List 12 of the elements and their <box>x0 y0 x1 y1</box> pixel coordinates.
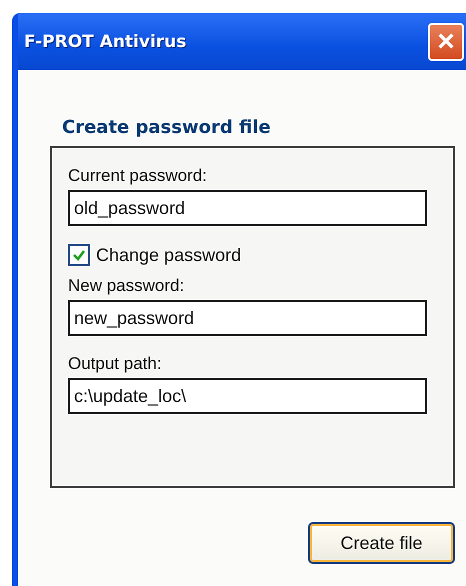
input-field[interactable]: old_password <box>68 190 427 226</box>
field-label: Output path: <box>68 354 163 374</box>
create-file-button[interactable]: Create file <box>308 522 455 564</box>
input-field[interactable]: c:\update_loc\ <box>68 378 427 414</box>
checkbox[interactable] <box>68 244 90 266</box>
window-title: F-PROT Antivirus <box>24 32 186 52</box>
field-label: New password: <box>68 276 186 296</box>
checkbox-label: Change password <box>96 244 242 266</box>
input-field[interactable]: new_password <box>68 300 427 336</box>
section-heading: Create password file <box>62 117 272 138</box>
field-label: Current password: <box>68 166 208 186</box>
check-icon <box>72 248 86 262</box>
